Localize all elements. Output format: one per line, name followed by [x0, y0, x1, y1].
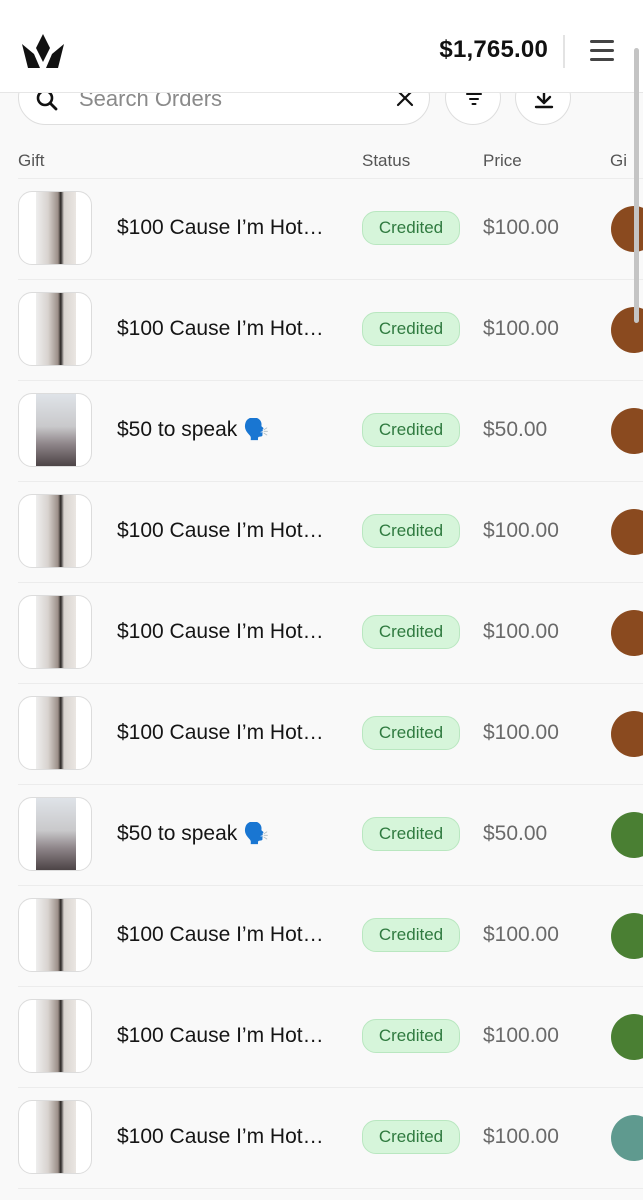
gift-price: $50.00 — [483, 418, 548, 441]
column-header-gifter[interactable]: Gi — [610, 151, 627, 171]
gift-photo — [36, 798, 76, 870]
table-row[interactable]: $100 Cause I’m Hot… Credited $100.00 — [18, 987, 643, 1088]
hamburger-menu-icon[interactable] — [590, 40, 614, 62]
table-row[interactable]: $100 Cause I’m Hot… Credited $100.00 — [18, 482, 643, 583]
gift-thumbnail — [18, 696, 92, 770]
gift-title: $100 Cause I’m Hot… — [117, 519, 324, 542]
gifter-avatar[interactable] — [611, 408, 643, 454]
gift-price: $100.00 — [483, 721, 559, 744]
gift-title: $100 Cause I’m Hot… — [117, 1024, 324, 1047]
gift-price: $100.00 — [483, 317, 559, 340]
status-badge: Credited — [362, 716, 460, 750]
table-row[interactable]: $100 Cause I’m Hot… Credited $100.00 — [18, 583, 643, 684]
gift-photo — [36, 293, 76, 365]
status-badge: Credited — [362, 413, 460, 447]
gift-photo — [36, 1000, 76, 1072]
gift-price: $100.00 — [483, 620, 559, 643]
column-header-price[interactable]: Price — [483, 151, 522, 171]
gift-thumbnail — [18, 494, 92, 568]
gifter-avatar[interactable] — [611, 610, 643, 656]
gift-thumbnail — [18, 393, 92, 467]
gift-thumbnail — [18, 191, 92, 265]
table-row[interactable]: $100 Cause I’m Hot… Credited $100.00 — [18, 886, 643, 987]
table-row[interactable]: $100 Cause I’m Hot… Credited $100.00 — [18, 280, 643, 381]
gift-photo — [36, 394, 76, 466]
gift-title: $100 Cause I’m Hot… — [117, 620, 324, 643]
gifter-avatar[interactable] — [611, 509, 643, 555]
gifter-avatar[interactable] — [611, 1115, 643, 1161]
gift-title: $100 Cause I’m Hot… — [117, 317, 324, 340]
header-divider — [563, 35, 565, 68]
gift-title: $100 Cause I’m Hot… — [117, 923, 324, 946]
gift-photo — [36, 697, 76, 769]
gift-thumbnail — [18, 1100, 92, 1174]
status-badge: Credited — [362, 211, 460, 245]
gift-thumbnail — [18, 292, 92, 366]
gift-price: $100.00 — [483, 1024, 559, 1047]
status-badge: Credited — [362, 1019, 460, 1053]
status-badge: Credited — [362, 1120, 460, 1154]
gift-price: $100.00 — [483, 1125, 559, 1148]
gift-price: $50.00 — [483, 822, 548, 845]
gift-title: $100 Cause I’m Hot… — [117, 1125, 324, 1148]
table-row[interactable]: $100 Cause I’m Hot… Credited $100.00 — [18, 684, 643, 785]
gift-photo — [36, 596, 76, 668]
gift-photo — [36, 899, 76, 971]
gifter-avatar[interactable] — [611, 812, 643, 858]
table-row[interactable]: $50 to speak 🗣️ Credited $50.00 — [18, 381, 643, 482]
crown-logo-icon[interactable] — [20, 32, 66, 70]
orders-table-body: $100 Cause I’m Hot… Credited $100.00 $10… — [0, 179, 643, 1189]
gift-thumbnail — [18, 999, 92, 1073]
gifter-avatar[interactable] — [611, 913, 643, 959]
table-header: Gift Status Price Gi — [0, 148, 643, 178]
gift-title: $100 Cause I’m Hot… — [117, 721, 324, 744]
gift-title: $50 to speak 🗣️ — [117, 822, 270, 845]
status-badge: Credited — [362, 312, 460, 346]
top-bar: $1,765.00 — [0, 0, 643, 93]
gifter-avatar[interactable] — [611, 711, 643, 757]
status-badge: Credited — [362, 514, 460, 548]
status-badge: Credited — [362, 918, 460, 952]
gift-photo — [36, 1101, 76, 1173]
gift-title: $100 Cause I’m Hot… — [117, 216, 324, 239]
status-badge: Credited — [362, 615, 460, 649]
gift-title: $50 to speak 🗣️ — [117, 418, 270, 441]
gift-thumbnail — [18, 898, 92, 972]
table-row[interactable]: $100 Cause I’m Hot… Credited $100.00 — [18, 1088, 643, 1189]
column-header-gift[interactable]: Gift — [18, 151, 44, 171]
gift-thumbnail — [18, 595, 92, 669]
gift-thumbnail — [18, 797, 92, 871]
gifter-avatar[interactable] — [611, 1014, 643, 1060]
gift-photo — [36, 495, 76, 567]
gift-price: $100.00 — [483, 216, 559, 239]
gift-price: $100.00 — [483, 519, 559, 542]
table-row[interactable]: $100 Cause I’m Hot… Credited $100.00 — [18, 179, 643, 280]
account-balance: $1,765.00 — [439, 36, 548, 63]
column-header-status[interactable]: Status — [362, 151, 410, 171]
table-row[interactable]: $50 to speak 🗣️ Credited $50.00 — [18, 785, 643, 886]
status-badge: Credited — [362, 817, 460, 851]
gift-photo — [36, 192, 76, 264]
scrollbar[interactable] — [634, 48, 639, 323]
gift-price: $100.00 — [483, 923, 559, 946]
